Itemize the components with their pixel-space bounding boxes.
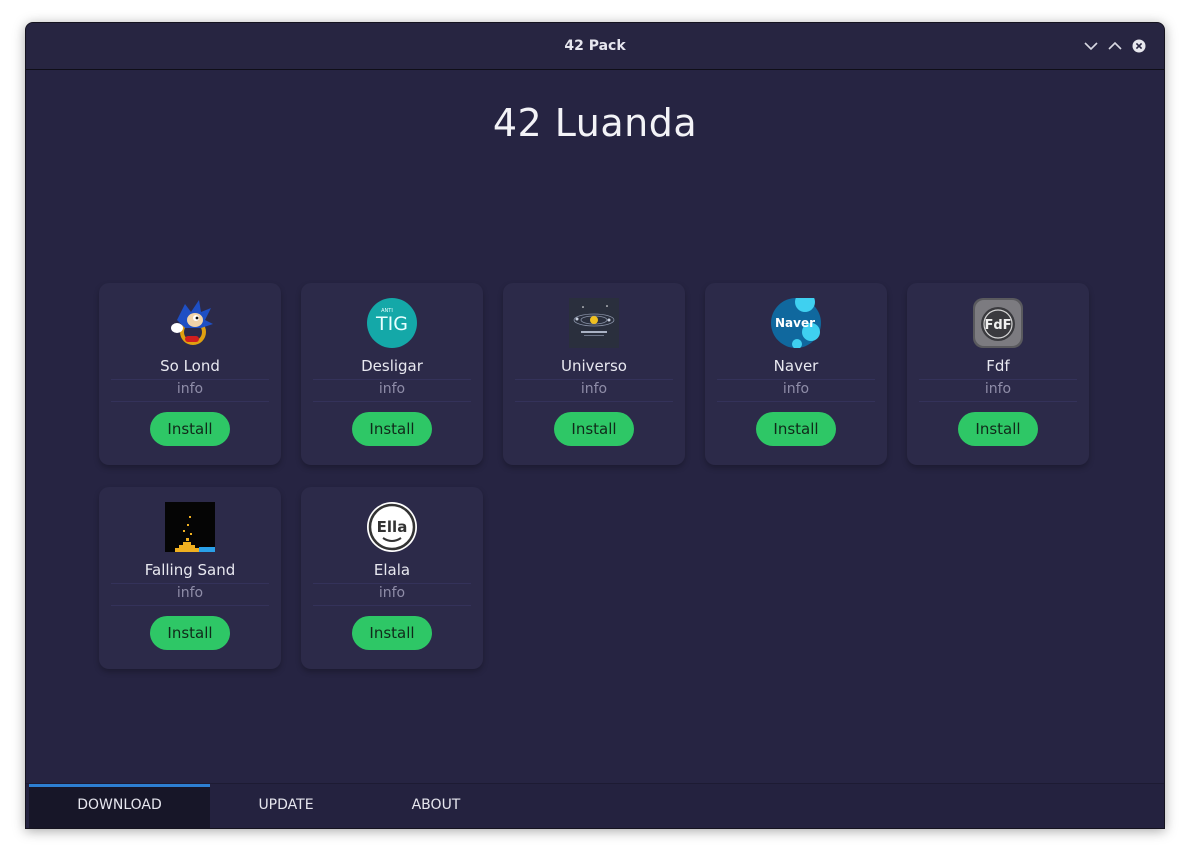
title-bar[interactable]: 42 Pack bbox=[26, 23, 1164, 70]
app-info-link[interactable]: info bbox=[705, 381, 887, 397]
divider bbox=[111, 605, 269, 606]
maximize-icon[interactable] bbox=[1106, 37, 1124, 55]
tig-icon-text: TIG bbox=[375, 313, 408, 335]
app-card-fdf: FdF Fdf info Install bbox=[907, 283, 1089, 465]
fdf-icon: FdF bbox=[973, 298, 1023, 348]
ella-icon-text: Ella bbox=[377, 518, 408, 536]
app-card-desligar: TIG ANTI Desligar info Install bbox=[301, 283, 483, 465]
divider bbox=[919, 379, 1077, 380]
tab-update[interactable]: UPDATE bbox=[216, 784, 356, 828]
app-name: Universo bbox=[561, 357, 627, 375]
install-button[interactable]: Install bbox=[756, 412, 836, 446]
app-info-link[interactable]: info bbox=[301, 585, 483, 601]
install-button[interactable]: Install bbox=[958, 412, 1038, 446]
divider bbox=[111, 379, 269, 380]
falling-sand-icon bbox=[165, 502, 215, 552]
close-icon[interactable] bbox=[1130, 37, 1148, 55]
divider bbox=[313, 583, 471, 584]
divider bbox=[515, 379, 673, 380]
app-name: Naver bbox=[773, 357, 819, 375]
divider bbox=[717, 401, 875, 402]
divider bbox=[111, 583, 269, 584]
tig-icon: TIG ANTI bbox=[367, 298, 417, 348]
install-button[interactable]: Install bbox=[554, 412, 634, 446]
app-info-link[interactable]: info bbox=[907, 381, 1089, 397]
bottom-tab-bar: DOWNLOAD UPDATE ABOUT bbox=[26, 783, 1164, 828]
install-button[interactable]: Install bbox=[150, 412, 230, 446]
divider bbox=[111, 401, 269, 402]
app-card-so-lond: So Lond info Install bbox=[99, 283, 281, 465]
app-info-link[interactable]: info bbox=[301, 381, 483, 397]
window-title: 42 Pack bbox=[564, 38, 626, 54]
app-name: Falling Sand bbox=[144, 561, 236, 579]
app-name: Fdf bbox=[986, 357, 1010, 375]
sonic-icon bbox=[165, 298, 215, 348]
solar-system-icon bbox=[569, 298, 619, 348]
ella-icon: Ella bbox=[367, 502, 417, 552]
app-window: 42 Pack 42 Luanda So Lond info Install T… bbox=[25, 22, 1165, 829]
fdf-icon-text: FdF bbox=[984, 318, 1011, 333]
app-card-falling-sand: Falling Sand info Install bbox=[99, 487, 281, 669]
app-name: So Lond bbox=[160, 357, 220, 375]
app-info-link[interactable]: info bbox=[503, 381, 685, 397]
app-info-link[interactable]: info bbox=[99, 381, 281, 397]
app-name: Elala bbox=[373, 561, 411, 579]
tab-download[interactable]: DOWNLOAD bbox=[29, 784, 210, 828]
divider bbox=[313, 401, 471, 402]
page-title: 42 Luanda bbox=[492, 101, 698, 145]
app-card-naver: Naver Naver info Install bbox=[705, 283, 887, 465]
install-button[interactable]: Install bbox=[150, 616, 230, 650]
naver-icon: Naver bbox=[771, 298, 821, 348]
divider bbox=[717, 379, 875, 380]
minimize-icon[interactable] bbox=[1082, 37, 1100, 55]
app-info-link[interactable]: info bbox=[99, 585, 281, 601]
divider bbox=[313, 605, 471, 606]
tab-about[interactable]: ABOUT bbox=[366, 784, 506, 828]
app-name: Desligar bbox=[361, 357, 423, 375]
divider bbox=[919, 401, 1077, 402]
install-button[interactable]: Install bbox=[352, 616, 432, 650]
divider bbox=[515, 401, 673, 402]
app-card-elala: Ella Elala info Install bbox=[301, 487, 483, 669]
naver-icon-text: Naver bbox=[775, 316, 815, 330]
app-card-universo: Universo info Install bbox=[503, 283, 685, 465]
install-button[interactable]: Install bbox=[352, 412, 432, 446]
divider bbox=[313, 379, 471, 380]
tig-icon-small-text: ANTI bbox=[381, 308, 393, 314]
